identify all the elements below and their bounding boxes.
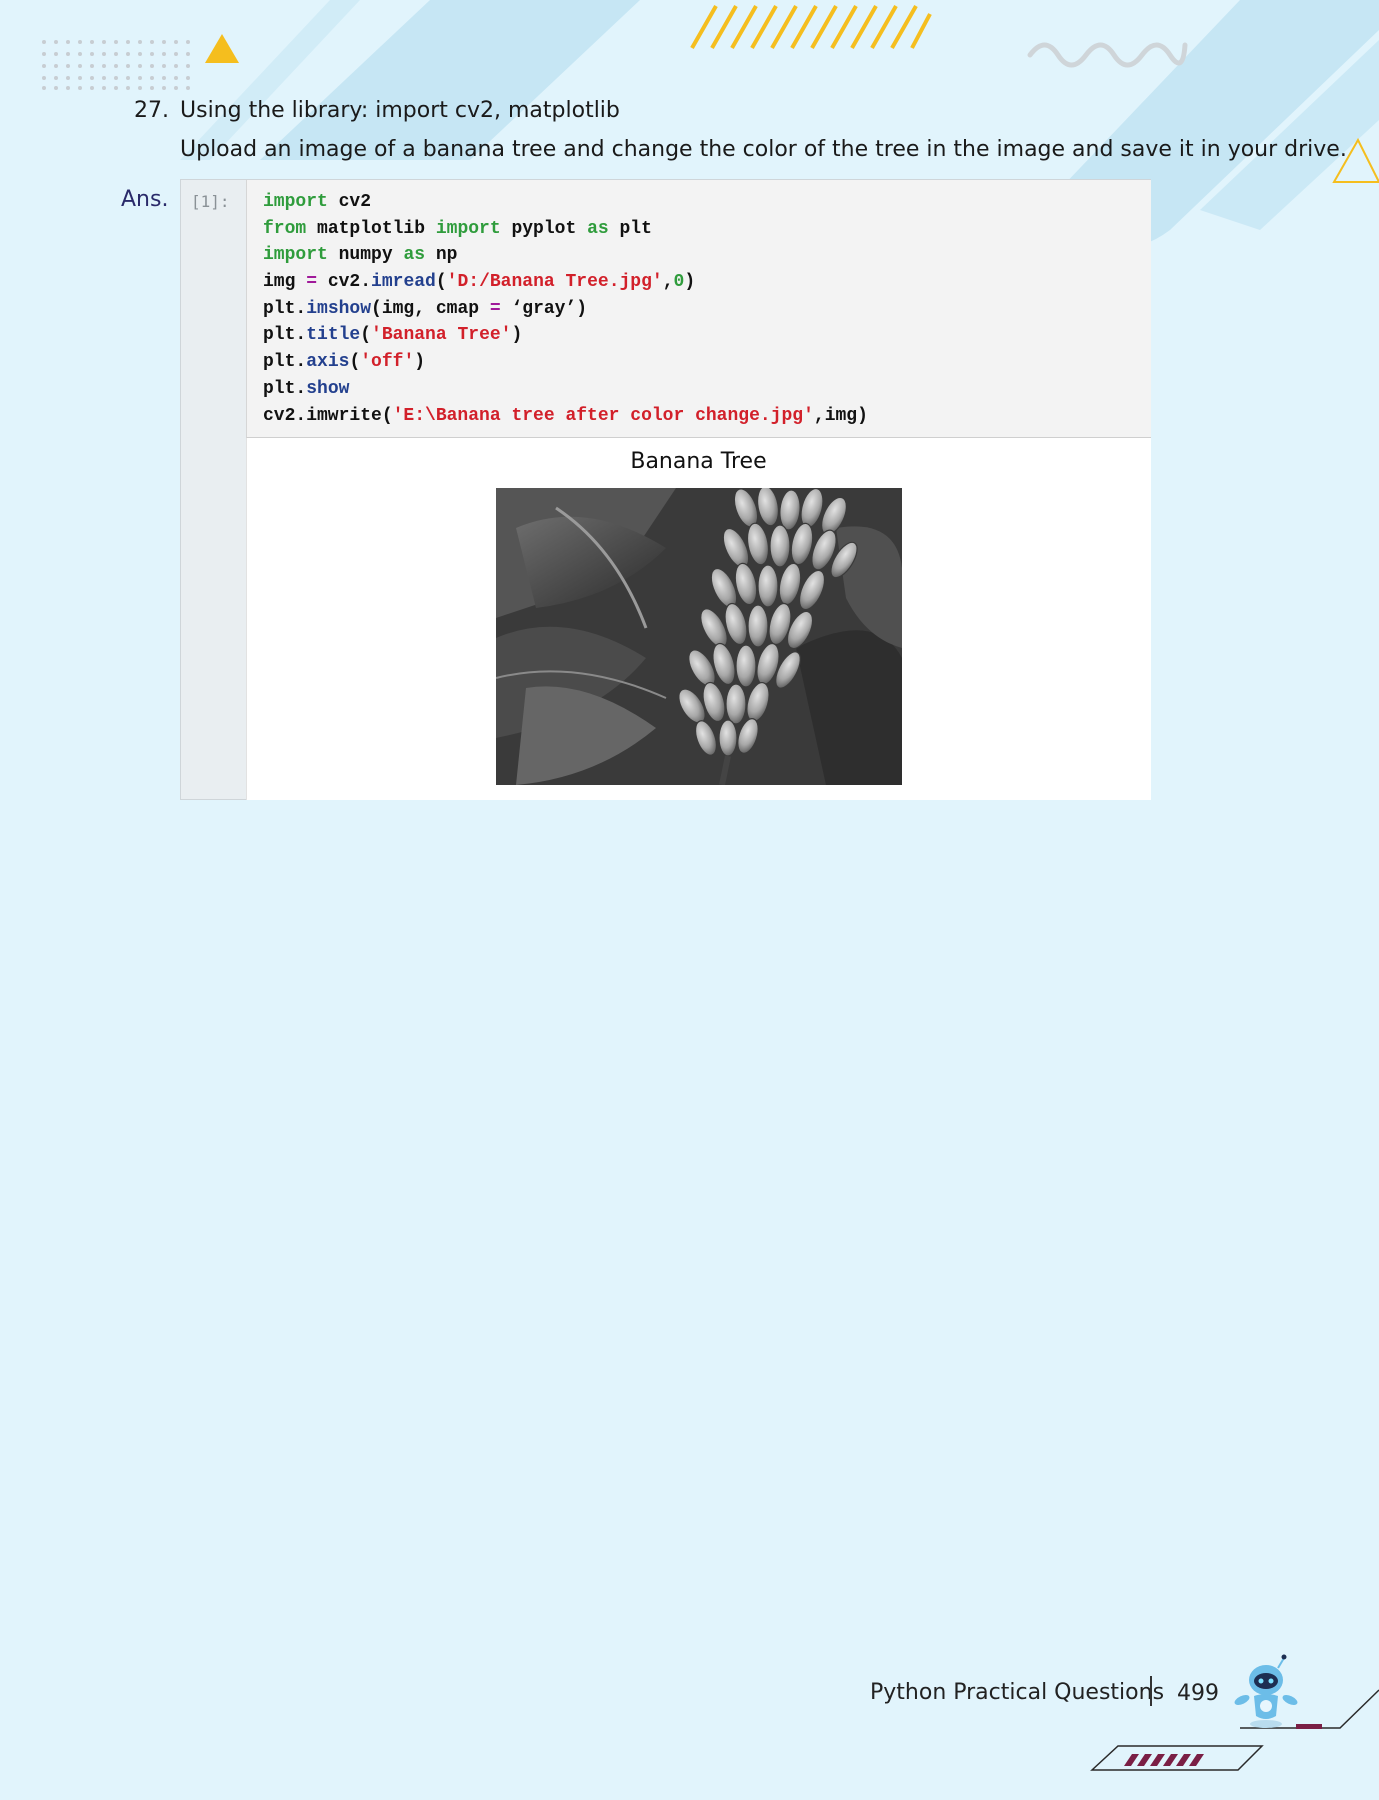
code-line: plt.axis('off') xyxy=(263,349,868,376)
code-token: cv2. xyxy=(317,272,372,293)
triangle-icon xyxy=(205,34,239,63)
code-token: axis xyxy=(306,352,350,373)
code-token: cv2 xyxy=(327,192,372,212)
footer-divider xyxy=(1150,1676,1152,1706)
question-text: Using the library: import cv2, matplotli… xyxy=(180,98,620,123)
question-subtext: Upload an image of a banana tree and cha… xyxy=(180,137,1347,162)
code-token: ( xyxy=(435,272,447,293)
code-token: 'Banana Tree' xyxy=(371,325,512,346)
code-token: ) xyxy=(684,272,696,293)
code-token: import xyxy=(263,192,328,212)
code-line: plt.imshow(img, cmap = ‘gray’) xyxy=(263,296,868,323)
code-token: import xyxy=(435,218,501,239)
code-token: 'E:\Banana tree after color change.jpg' xyxy=(392,405,814,426)
footer-stripes xyxy=(1124,1724,1322,1766)
code-token: plt. xyxy=(263,325,307,346)
robot-mascot-icon xyxy=(1226,1650,1306,1730)
answer-label: Ans. xyxy=(121,187,169,212)
banana-tree-image xyxy=(496,488,902,785)
code-token: imread xyxy=(371,272,436,293)
code-token: matplotlib xyxy=(306,218,436,239)
code-token: imshow xyxy=(306,298,372,319)
plot-title: Banana Tree xyxy=(630,449,767,474)
code-token: ( xyxy=(360,325,372,346)
cell-prompt: [1]: xyxy=(191,192,230,211)
code-line: img = cv2.imread('D:/Banana Tree.jpg',0) xyxy=(263,269,868,296)
code-line: plt.title('Banana Tree') xyxy=(263,322,868,349)
code-token: numpy xyxy=(327,245,404,266)
code-token: np xyxy=(425,245,458,266)
code-line: import numpy as np xyxy=(263,242,868,269)
code-token: plt. xyxy=(263,298,307,319)
code-token: as xyxy=(587,218,609,239)
code-line: cv2.imwrite('E:\Banana tree after color … xyxy=(263,403,868,430)
code-token: pyplot xyxy=(500,218,588,239)
code-token: show xyxy=(306,378,350,399)
code-token: import xyxy=(263,245,328,266)
code-token: cv2.imwrite( xyxy=(263,405,393,426)
code-token: 'off' xyxy=(360,352,415,373)
squiggle-decoration xyxy=(1027,42,1188,68)
dot-grid xyxy=(42,40,190,90)
code-token: ( xyxy=(349,352,361,373)
code-token: ) xyxy=(414,352,426,373)
question-number: 27. xyxy=(134,98,169,123)
code-token: plt xyxy=(608,218,652,239)
code-line: import cv2 xyxy=(263,189,868,216)
code-token: ,img) xyxy=(813,405,868,426)
code-token: from xyxy=(263,218,307,239)
code-token: , xyxy=(662,272,674,293)
code-token: 'D:/Banana Tree.jpg' xyxy=(446,272,663,293)
page-number: 499 xyxy=(1177,1681,1219,1706)
code-token: ‘gray’) xyxy=(500,298,588,319)
question-heading: 27. Using the library: import cv2, matplo… xyxy=(134,96,620,126)
code-token: plt. xyxy=(263,378,307,399)
code-token: 0 xyxy=(673,272,685,293)
code-token: (img, cmap xyxy=(371,298,490,319)
code-token: = xyxy=(489,298,501,319)
code-line: from matplotlib import pyplot as plt xyxy=(263,216,868,243)
code-token: img xyxy=(263,272,307,293)
code-token: = xyxy=(306,272,318,293)
code-block: import cv2 from matplotlib import pyplot … xyxy=(263,189,868,429)
code-token: as xyxy=(403,245,426,266)
code-token: plt. xyxy=(263,352,307,373)
code-token: ) xyxy=(511,325,523,346)
code-line: plt.show xyxy=(263,376,868,403)
footer-section-title: Python Practical Questions xyxy=(870,1680,1165,1705)
code-token: title xyxy=(306,325,361,346)
stripes-decoration xyxy=(690,5,932,49)
